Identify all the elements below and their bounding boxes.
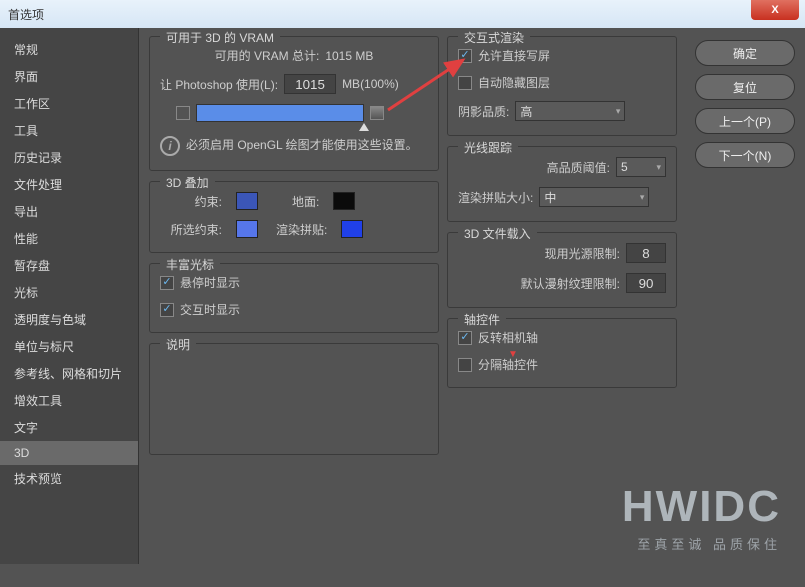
- overlay3d-section: 3D 叠加 约束: 地面: 所选约束: 渲染拼贴:: [149, 181, 439, 253]
- thresh-label: 高品质阈值:: [547, 159, 610, 176]
- sidebar-item-cursor[interactable]: 光标: [0, 279, 138, 306]
- fileload-title: 3D 文件载入: [458, 225, 537, 242]
- watermark: HWIDC 至真至诚 品质保住: [622, 482, 781, 553]
- sidebar-item-history[interactable]: 历史记录: [0, 144, 138, 171]
- render-section: 交互式渲染 允许直接写屏 自动隐藏图层 阴影品质: 高▾: [447, 36, 677, 136]
- texture-input[interactable]: [626, 273, 666, 293]
- titlebar: 首选项 X: [0, 0, 805, 28]
- constraint-label: 约束:: [160, 193, 222, 210]
- desc-section: 说明: [149, 343, 439, 455]
- vram-section: 可用于 3D 的 VRAM 可用的 VRAM 总计: 1015 MB 让 Pho…: [149, 36, 439, 171]
- interact-label: 交互时显示: [180, 301, 240, 318]
- render-title: 交互式渲染: [458, 29, 530, 46]
- prev-button[interactable]: 上一个(P): [695, 108, 795, 134]
- next-button[interactable]: 下一个(N): [695, 142, 795, 168]
- separate-checkbox[interactable]: [458, 358, 472, 372]
- reverse-label: 反转相机轴: [478, 329, 538, 346]
- selected-label: 所选约束:: [160, 221, 222, 238]
- thresh-select[interactable]: 5▾: [616, 157, 666, 177]
- cursor-section: 丰富光标 悬停时显示 交互时显示: [149, 263, 439, 333]
- fileload-section: 3D 文件载入 现用光源限制: 默认漫射纹理限制:: [447, 232, 677, 308]
- raytile-select[interactable]: 中▾: [539, 187, 649, 207]
- sidebar-item-tools[interactable]: 工具: [0, 117, 138, 144]
- overlay3d-title: 3D 叠加: [160, 174, 215, 191]
- watermark-big: HWIDC: [622, 482, 781, 532]
- hover-checkbox[interactable]: [160, 276, 174, 290]
- constraint-swatch[interactable]: [236, 192, 258, 210]
- vram-total-label: 可用的 VRAM 总计:: [215, 47, 320, 64]
- sidebar-item-units[interactable]: 单位与标尺: [0, 333, 138, 360]
- sidebar-item-performance[interactable]: 性能: [0, 225, 138, 252]
- sidebar-item-3d[interactable]: 3D: [0, 441, 138, 465]
- autohide-checkbox[interactable]: [458, 76, 472, 90]
- vram-total-value: 1015 MB: [325, 49, 373, 63]
- raytile-value: 中: [544, 189, 556, 206]
- sidebar-item-guides[interactable]: 参考线、网格和切片: [0, 360, 138, 387]
- axis-section: 轴控件 反转相机轴 ▼ 分隔轴控件: [447, 318, 677, 388]
- selected-swatch[interactable]: [236, 220, 258, 238]
- reset-button[interactable]: 复位: [695, 74, 795, 100]
- shadow-select[interactable]: 高▾: [515, 101, 625, 121]
- thresh-value: 5: [621, 160, 628, 174]
- raytile-label: 渲染拼贴大小:: [458, 189, 533, 206]
- vram-slider[interactable]: [196, 104, 364, 122]
- ok-button[interactable]: 确定: [695, 40, 795, 66]
- raytrace-title: 光线跟踪: [458, 139, 518, 156]
- close-button[interactable]: X: [751, 0, 799, 20]
- sidebar: 常规 界面 工作区 工具 历史记录 文件处理 导出 性能 暂存盘 光标 透明度与…: [0, 28, 139, 564]
- vram-warn: 必须启用 OpenGL 绘图才能使用这些设置。: [186, 136, 418, 154]
- desc-title: 说明: [160, 336, 196, 353]
- raytrace-section: 光线跟踪 高品质阈值: 5▾ 渲染拼贴大小: 中▾: [447, 146, 677, 222]
- direct-label: 允许直接写屏: [478, 47, 550, 64]
- sidebar-item-filehandling[interactable]: 文件处理: [0, 171, 138, 198]
- sidebar-item-plugins[interactable]: 增效工具: [0, 387, 138, 414]
- sidebar-item-scratch[interactable]: 暂存盘: [0, 252, 138, 279]
- watermark-small: 至真至诚 品质保住: [622, 534, 781, 553]
- slider-max-icon: [370, 106, 384, 120]
- shadow-value: 高: [520, 103, 532, 120]
- vram-use-input[interactable]: [284, 74, 336, 94]
- ground-swatch[interactable]: [333, 192, 355, 210]
- sidebar-item-export[interactable]: 导出: [0, 198, 138, 225]
- vram-title: 可用于 3D 的 VRAM: [160, 29, 280, 46]
- tile-swatch[interactable]: [341, 220, 363, 238]
- vram-use-label: 让 Photoshop 使用(L):: [160, 76, 278, 93]
- sidebar-item-transparency[interactable]: 透明度与色域: [0, 306, 138, 333]
- sidebar-item-preview[interactable]: 技术预览: [0, 465, 138, 492]
- light-label: 现用光源限制:: [545, 245, 620, 262]
- sidebar-item-general[interactable]: 常规: [0, 36, 138, 63]
- autohide-label: 自动隐藏图层: [478, 74, 550, 91]
- axis-title: 轴控件: [458, 311, 506, 328]
- hover-label: 悬停时显示: [180, 274, 240, 291]
- sidebar-item-interface[interactable]: 界面: [0, 63, 138, 90]
- window-title: 首选项: [8, 6, 44, 23]
- texture-label: 默认漫射纹理限制:: [521, 275, 620, 292]
- vram-use-unit: MB(100%): [342, 77, 399, 91]
- cursor-title: 丰富光标: [160, 256, 220, 273]
- ground-label: 地面:: [292, 193, 319, 210]
- info-icon: i: [160, 136, 180, 156]
- reverse-checkbox[interactable]: [458, 331, 472, 345]
- interact-checkbox[interactable]: [160, 303, 174, 317]
- shadow-label: 阴影品质:: [458, 103, 509, 120]
- light-input[interactable]: [626, 243, 666, 263]
- sidebar-item-type[interactable]: 文字: [0, 414, 138, 441]
- red-marker-icon: ▼: [508, 349, 518, 360]
- tile-label: 渲染拼贴:: [276, 221, 327, 238]
- slider-min-icon: [176, 106, 190, 120]
- direct-checkbox[interactable]: [458, 49, 472, 63]
- sidebar-item-workspace[interactable]: 工作区: [0, 90, 138, 117]
